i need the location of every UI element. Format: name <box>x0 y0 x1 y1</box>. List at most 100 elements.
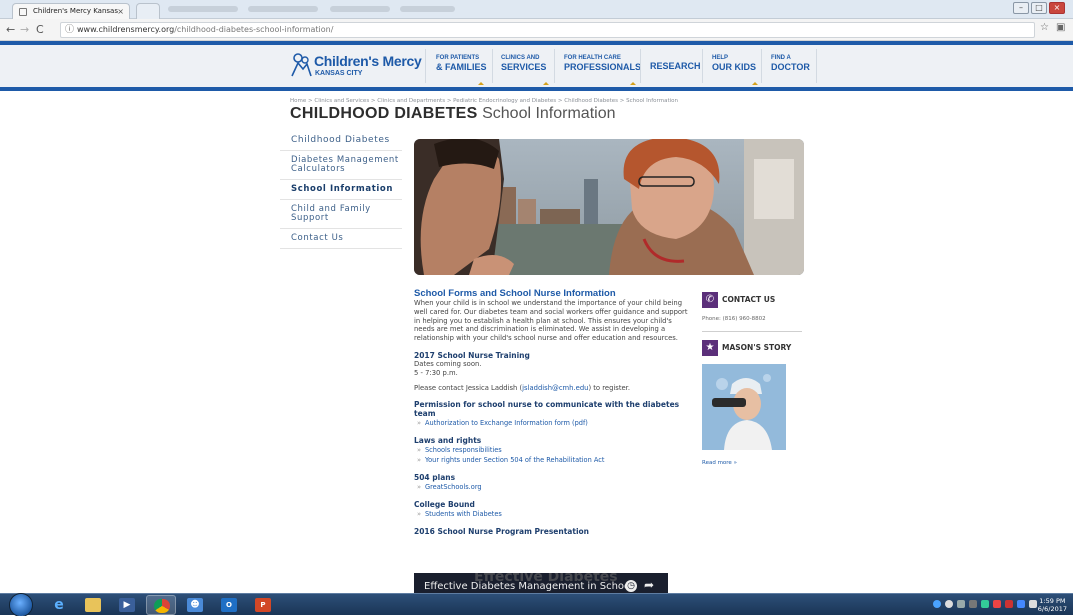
contact-email-link[interactable]: jsladdish@cmh.edu <box>522 384 588 392</box>
nav-label-line2: DOCTOR <box>771 62 810 72</box>
sidebar-item-school-information[interactable]: School Information <box>280 180 402 200</box>
watch-later-icon[interactable]: ◷ <box>625 580 637 592</box>
masons-story-heading[interactable]: ★ MASON'S STORY <box>702 340 802 356</box>
nav-help-our-kids[interactable]: HELP OUR KIDS <box>712 54 758 85</box>
people-icon: ☻ <box>187 598 203 612</box>
video-title[interactable]: Effective Diabetes Management in School <box>424 581 633 592</box>
sidebar-item-calculators[interactable]: Diabetes Management Calculators <box>280 151 402 180</box>
contact-line: Please contact Jessica Laddish (jsladdis… <box>414 384 689 393</box>
right-sidebar: ✆ CONTACT US Phone: (816) 960-8802 ★ MAS… <box>702 292 802 466</box>
browser-tab-title: Children's Mercy Kansas <box>33 7 118 15</box>
taskbar-media[interactable]: ▶ <box>112 595 142 615</box>
nav-clinics-services[interactable]: CLINICS AND SERVICES <box>501 54 549 85</box>
windows-taskbar: e ▶ ☻ O P 1:59 PM 6/6/2017 <box>0 593 1073 616</box>
bookmark-star-icon[interactable]: ☆ <box>1040 22 1049 33</box>
schools-responsibilities-link[interactable]: Schools responsibilities <box>414 445 689 455</box>
taskbar-app[interactable]: ☻ <box>180 595 210 615</box>
share-icon[interactable]: ➦ <box>644 578 654 592</box>
nav-label-line1: CLINICS AND <box>501 55 540 61</box>
blurred-tab <box>248 6 318 12</box>
nav-divider <box>640 49 641 83</box>
site-logo[interactable]: Children's Mercy KANSAS CITY <box>290 50 422 82</box>
tray-icon[interactable] <box>957 600 965 608</box>
logo-subtitle: KANSAS CITY <box>315 70 363 77</box>
clock[interactable]: 1:59 PM 6/6/2017 <box>1038 597 1067 613</box>
tray-icon[interactable] <box>1005 600 1013 608</box>
browser-toolbar: ← → C ⓘ www.childrensmercy.org/childhood… <box>0 19 1073 41</box>
sidebar-item-child-family-support[interactable]: Child and Family Support <box>280 200 402 229</box>
side-navigation: Childhood Diabetes Diabetes Management C… <box>280 131 402 249</box>
nav-label: RESEARCH <box>650 61 701 71</box>
taskbar-chrome[interactable] <box>146 595 176 615</box>
network-icon[interactable] <box>1017 600 1025 608</box>
contact-us-label: CONTACT US <box>722 295 776 304</box>
college-heading: College Bound <box>414 500 475 510</box>
system-tray: 1:59 PM 6/6/2017 <box>903 594 1073 616</box>
reload-icon[interactable]: C <box>36 23 44 36</box>
blurred-tab <box>330 6 390 12</box>
address-bar[interactable]: ⓘ www.childrensmercy.org/childhood-diabe… <box>60 22 1035 38</box>
plans-heading: 504 plans <box>414 473 456 483</box>
taskbar-outlook[interactable]: O <box>214 595 244 615</box>
chrome-icon <box>154 599 170 613</box>
intro-paragraph: When your child is in school we understa… <box>414 299 688 343</box>
close-window-icon[interactable]: × <box>1049 2 1065 14</box>
sidebar-item-childhood-diabetes[interactable]: Childhood Diabetes <box>280 131 402 151</box>
nav-health-care-professionals[interactable]: FOR HEALTH CARE PROFESSIONALS <box>564 54 642 85</box>
clock-time: 1:59 PM <box>1039 597 1066 605</box>
tray-icon[interactable] <box>933 600 941 608</box>
site-header: Children's Mercy KANSAS CITY FOR PATIENT… <box>0 41 1073 91</box>
maximize-window-icon[interactable]: □ <box>1031 2 1047 14</box>
close-tab-icon[interactable]: × <box>117 4 124 19</box>
browser-tab[interactable]: Children's Mercy Kansas × <box>12 3 130 19</box>
masons-story-label: MASON'S STORY <box>722 343 792 352</box>
main-content: School Forms and School Nurse Informatio… <box>414 288 689 536</box>
contact-us-heading[interactable]: ✆ CONTACT US <box>702 292 802 308</box>
tray-icon[interactable] <box>969 600 977 608</box>
authorization-form-link[interactable]: Authorization to Exchange Information fo… <box>414 418 689 428</box>
url-path: /childhood-diabetes-school-information/ <box>174 25 334 34</box>
nav-patients-families[interactable]: FOR PATIENTS & FAMILIES <box>436 54 487 85</box>
nav-label-line1: FOR PATIENTS <box>436 55 480 61</box>
tray-icon[interactable] <box>993 600 1001 608</box>
volume-icon[interactable] <box>1029 600 1037 608</box>
nav-find-a-doctor[interactable]: FIND A DOCTOR <box>771 54 810 72</box>
nav-label-line1: HELP <box>712 55 729 61</box>
section-504-rights-link[interactable]: Your rights under Section 504 of the Reh… <box>414 455 689 465</box>
greatschools-link[interactable]: GreatSchools.org <box>414 482 689 492</box>
nav-divider <box>702 49 703 83</box>
training-dates: Dates coming soon. <box>414 359 482 368</box>
minimize-window-icon[interactable]: – <box>1013 2 1029 14</box>
nav-label-line1: FIND A <box>771 55 791 61</box>
taskbar-ie[interactable]: e <box>44 595 74 615</box>
clock-date: 6/6/2017 <box>1037 605 1067 613</box>
section-title: School Forms and School Nurse Informatio… <box>414 288 616 299</box>
taskbar-explorer[interactable] <box>78 595 108 615</box>
url-domain: www.childrensmercy.org <box>77 25 175 34</box>
tray-icon[interactable] <box>981 600 989 608</box>
students-with-diabetes-link[interactable]: Students with Diabetes <box>414 509 689 519</box>
nav-research[interactable]: RESEARCH <box>650 61 701 71</box>
breadcrumb[interactable]: Home > Clinics and Services > Clinics an… <box>290 98 678 104</box>
forward-arrow-icon[interactable]: → <box>20 23 29 36</box>
masons-story-photo[interactable] <box>702 364 786 450</box>
nav-caret-icon <box>543 82 549 85</box>
nav-label-line2: PROFESSIONALS <box>564 62 642 72</box>
nav-divider <box>761 49 762 83</box>
tray-icon[interactable] <box>945 600 953 608</box>
phone-number: Phone: (816) 960-8802 <box>702 316 802 332</box>
media-player-icon: ▶ <box>119 598 135 612</box>
nav-label-line2: SERVICES <box>501 62 547 72</box>
back-arrow-icon[interactable]: ← <box>6 23 15 36</box>
cast-icon[interactable]: ▣ <box>1056 22 1065 33</box>
new-tab-button[interactable] <box>136 3 160 19</box>
read-more-link[interactable]: Read more » <box>702 460 802 466</box>
start-button-icon[interactable] <box>10 594 32 616</box>
taskbar-powerpoint[interactable]: P <box>248 595 278 615</box>
blurred-tab <box>168 6 238 12</box>
site-info-icon[interactable]: ⓘ <box>65 23 74 37</box>
sidebar-item-contact-us[interactable]: Contact Us <box>280 229 402 249</box>
page-title-bold: CHILDHOOD DIABETES <box>290 105 478 122</box>
nav-caret-icon <box>630 82 636 85</box>
blurred-tab <box>400 6 455 12</box>
